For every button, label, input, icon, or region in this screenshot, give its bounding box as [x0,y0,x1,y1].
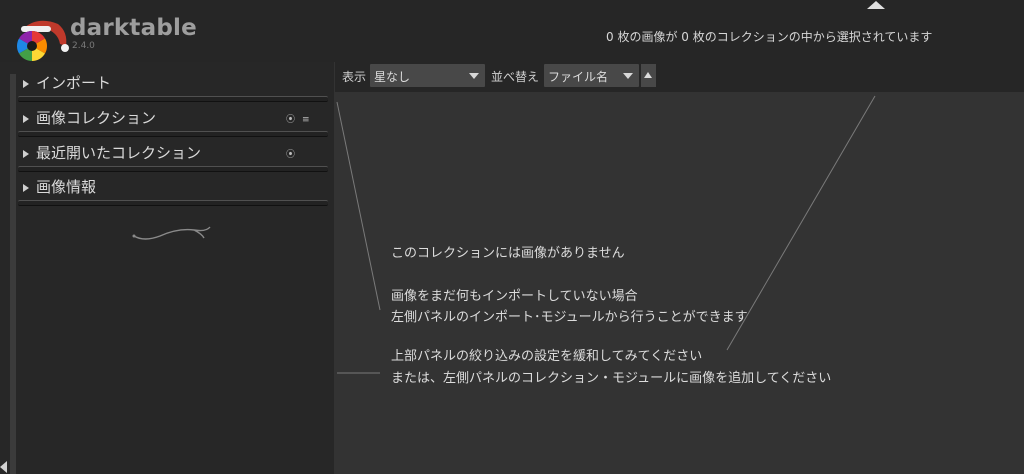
expand-triangle-icon [23,150,29,158]
module-recent-label: 最近開いたコレクション [36,144,202,162]
expand-triangle-icon [23,80,29,88]
top-header: darktable 2.4.0 0 枚の画像が 0 枚のコレクションの中から選択… [0,0,1024,62]
chevron-down-icon [469,73,479,79]
module-collect-label: 画像コレクション [36,109,157,127]
empty-hint-import-2: 左側パネルのインポート･モジュールから行うことができます [391,310,748,325]
collapse-left-panel-arrow-icon[interactable] [0,461,7,473]
module-collect[interactable]: 画像コレクション ⦿ ≡ [18,104,328,138]
empty-collection-title: このコレクションには画像がありません [391,246,625,261]
module-import[interactable]: インポート [18,69,328,103]
empty-hint-filter-2: または、左側パネルのコレクション・モジュールに画像を追加してください [391,371,832,386]
panel-end-ornament-icon [132,226,211,240]
module-separator [18,131,328,137]
hint-guide-lines [336,95,876,374]
filter-toolbar: 表示 星なし 並べ替え ファイル名 [335,62,1024,92]
reset-icon[interactable]: ⦿ [286,116,295,125]
app-name: darktable [70,15,197,41]
rating-filter-dropdown[interactable]: 星なし [370,64,485,87]
module-image-info-label: 画像情報 [36,178,97,196]
empty-hint-import-1: 画像をまだ何もインポートしていない場合 [391,289,638,304]
lighttable-center-view: このコレクションには画像がありません 画像をまだ何もインポートしていない場合 左… [335,92,1024,474]
app-version: 2.4.0 [72,41,95,51]
reset-icon[interactable]: ⦿ [286,151,295,160]
module-separator [18,166,328,172]
darktable-logo-icon [16,20,69,62]
expand-triangle-icon [23,184,29,192]
expand-triangle-icon [23,115,29,123]
sort-field-dropdown[interactable]: ファイル名 [544,64,639,87]
module-import-label: インポート [36,74,112,92]
sort-ascending-icon [644,72,652,78]
presets-icon[interactable]: ≡ [302,116,310,125]
sort-direction-button[interactable] [641,64,656,87]
collapse-top-panel-arrow-icon[interactable] [867,1,885,9]
sort-field-value: ファイル名 [548,70,609,84]
view-label: 表示 [342,70,367,84]
chevron-down-icon [623,73,633,79]
module-separator [18,96,328,102]
rating-filter-value: 星なし [374,70,411,84]
empty-hint-filter-1: 上部パネルの絞り込みの設定を緩和してみてください [391,349,703,364]
module-image-info[interactable]: 画像情報 [18,173,328,207]
module-recent-collections[interactable]: 最近開いたコレクション ⦿ [18,139,328,173]
module-separator [18,200,328,206]
sort-label: 並べ替え [491,70,540,84]
left-panel-scrollbar[interactable] [10,74,16,474]
selection-status: 0 枚の画像が 0 枚のコレクションの中から選択されています [606,30,933,44]
